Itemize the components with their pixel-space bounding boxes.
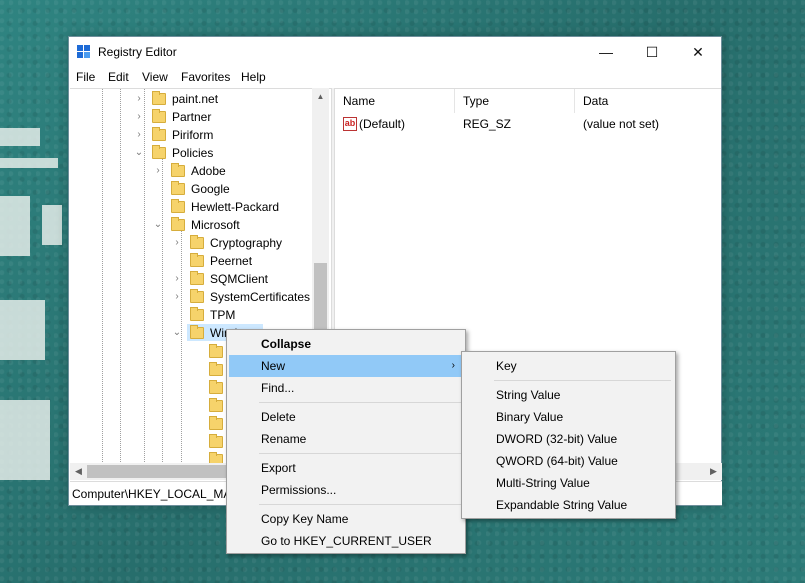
menu-separator [259,504,461,505]
value-data: (value not set) [583,117,660,131]
column-header-data[interactable]: Data [575,89,721,113]
scroll-right-icon[interactable]: ▶ [705,463,722,480]
menu-file[interactable]: File [76,70,95,84]
folder-icon [209,380,223,394]
expand-icon[interactable]: › [134,90,144,108]
menu-separator [494,380,671,381]
folder-icon [152,109,166,123]
tree-item-peernet[interactable]: Peernet [70,252,312,270]
folder-icon [152,145,166,159]
menu-separator [259,453,461,454]
tree-item-policies[interactable]: ⌄ Policies [70,144,312,162]
menu-item-copy-key-name[interactable]: Copy Key Name [229,508,463,530]
scroll-up-icon[interactable]: ▲ [312,88,329,105]
folder-icon [209,416,223,430]
submenu-item-binary-value[interactable]: Binary Value [464,406,673,428]
folder-icon [190,325,204,339]
chevron-right-icon: › [451,360,455,371]
folder-icon [171,199,185,213]
submenu-item-multi-string-value[interactable]: Multi-String Value [464,472,673,494]
tree-item-piriform[interactable]: › Piriform [70,126,312,144]
expand-icon[interactable]: › [134,126,144,144]
column-header-name[interactable]: Name [335,89,455,113]
folder-icon [171,217,185,231]
scroll-left-icon[interactable]: ◀ [70,463,87,480]
menu-edit[interactable]: Edit [108,70,129,84]
folder-icon [209,362,223,376]
submenu-item-expandable-string-value[interactable]: Expandable String Value [464,494,673,516]
minimize-button[interactable]: — [583,37,629,67]
tree-item-partner[interactable]: › Partner [70,108,312,126]
close-button[interactable]: ✕ [675,37,721,67]
title-bar[interactable]: Registry Editor — ☐ ✕ [69,37,721,68]
menu-help[interactable]: Help [241,70,266,84]
folder-icon [209,344,223,358]
folder-icon [209,398,223,412]
expand-icon[interactable]: › [172,234,182,252]
tree-item-cryptography[interactable]: › Cryptography [70,234,312,252]
string-value-icon: ab [343,117,357,131]
folder-icon [152,127,166,141]
menu-item-new[interactable]: New › [229,355,463,377]
expand-icon[interactable]: › [172,270,182,288]
collapse-icon[interactable]: ⌄ [134,144,144,162]
menu-bar: File Edit View Favorites Help [69,68,721,88]
folder-icon [190,271,204,285]
menu-item-find[interactable]: Find... [229,377,463,399]
expand-icon[interactable]: › [172,288,182,306]
menu-item-permissions[interactable]: Permissions... [229,479,463,501]
menu-view[interactable]: View [142,70,168,84]
tree-item-tpm[interactable]: TPM [70,306,312,324]
menu-separator [259,402,461,403]
submenu-item-qword-value[interactable]: QWORD (64-bit) Value [464,450,673,472]
maximize-button[interactable]: ☐ [629,37,675,67]
tree-item-systemcertificates[interactable]: › SystemCertificates [70,288,312,306]
folder-icon [190,235,204,249]
submenu-item-string-value[interactable]: String Value [464,384,673,406]
menu-item-goto-hkcu[interactable]: Go to HKEY_CURRENT_USER [229,530,463,552]
menu-item-rename[interactable]: Rename [229,428,463,450]
menu-item-delete[interactable]: Delete [229,406,463,428]
tree-item-microsoft[interactable]: ⌄ Microsoft [70,216,312,234]
expand-icon[interactable]: › [134,108,144,126]
folder-icon [190,253,204,267]
folder-icon [190,289,204,303]
submenu-item-key[interactable]: Key [464,355,673,377]
submenu-item-dword-value[interactable]: DWORD (32-bit) Value [464,428,673,450]
menu-item-collapse[interactable]: Collapse [229,333,463,355]
menu-item-export[interactable]: Export [229,457,463,479]
value-name[interactable]: (Default) [359,115,405,133]
menu-favorites[interactable]: Favorites [181,70,230,84]
tree-item-hewlett-packard[interactable]: Hewlett-Packard [70,198,312,216]
window-title: Registry Editor [98,45,177,59]
tree-item-paint-net[interactable]: › paint.net [70,90,312,108]
tree-item-adobe[interactable]: › Adobe [70,162,312,180]
tree-item-google[interactable]: Google [70,180,312,198]
column-header-type[interactable]: Type [455,89,575,113]
context-menu: Collapse New › Find... Delete Rename Exp… [226,329,466,554]
tree-item-sqmclient[interactable]: › SQMClient [70,270,312,288]
new-submenu: Key String Value Binary Value DWORD (32-… [461,351,676,519]
folder-icon [171,163,185,177]
folder-icon [152,91,166,105]
scroll-thumb[interactable] [87,465,227,478]
expand-icon[interactable]: › [153,162,163,180]
registry-editor-icon [77,45,91,59]
folder-icon [190,307,204,321]
folder-icon [209,434,223,448]
collapse-icon[interactable]: ⌄ [172,324,182,342]
folder-icon [171,181,185,195]
collapse-icon[interactable]: ⌄ [153,216,163,234]
value-type: REG_SZ [463,117,512,131]
